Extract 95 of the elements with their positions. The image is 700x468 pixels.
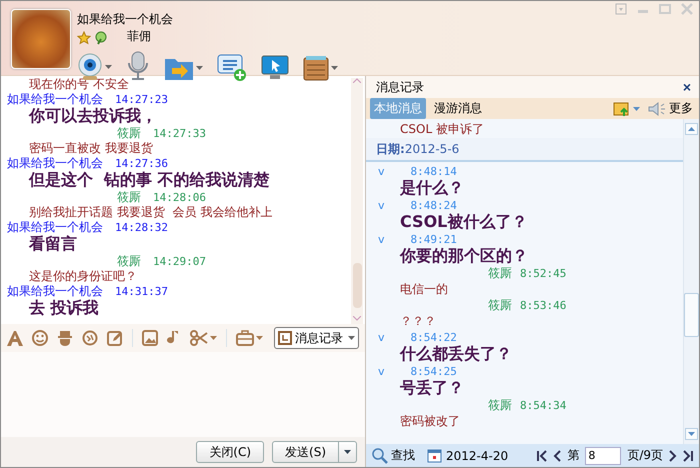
briefcase-icon[interactable]	[236, 330, 254, 346]
history-dropdown[interactable]: 消息记录	[274, 327, 359, 349]
message-time: 8:49:21	[410, 232, 457, 246]
scrollbar[interactable]	[683, 119, 699, 444]
calendar-icon	[427, 448, 442, 463]
message-time: 14:27:36	[115, 157, 168, 170]
message-time: 14:31:37	[115, 285, 168, 298]
scroll-up-icon[interactable]	[685, 123, 698, 135]
date-header: 日期:2012-5-6	[366, 138, 683, 162]
monitor-icon[interactable]	[261, 55, 289, 81]
close-button[interactable]: 关闭(C)	[196, 441, 264, 463]
caret-icon[interactable]	[196, 66, 203, 70]
sender-name: 筱厮	[488, 396, 512, 414]
send-options-button[interactable]	[339, 441, 357, 463]
signature-text: 菲佣	[127, 28, 151, 45]
font-icon[interactable]	[7, 330, 23, 346]
message-text: 是什么？	[400, 178, 464, 198]
panel-title: 消息记录	[376, 78, 424, 96]
contact-name: 如果给我一个机会	[77, 11, 174, 28]
page-number-field[interactable]: 8	[585, 446, 622, 464]
message-time: 8:48:24	[410, 198, 457, 212]
message-text: 看留言	[29, 234, 77, 255]
message-time: 8:53:46	[520, 298, 566, 312]
sender-name: 筱厮	[488, 264, 512, 282]
message-text: 你要的那个区的？	[400, 246, 528, 266]
scroll-down-icon[interactable]	[353, 316, 361, 321]
scroll-up-icon[interactable]	[353, 78, 361, 83]
message-time: 8:54:25	[410, 364, 457, 378]
caret-icon[interactable]	[105, 65, 112, 69]
message-time: 8:54:22	[410, 330, 457, 344]
message-time: 14:29:07	[153, 255, 206, 268]
caret-icon[interactable]	[348, 336, 355, 340]
message-text: 密码被改了	[400, 412, 460, 430]
page-count: 页/9页	[627, 447, 663, 464]
scrollbar[interactable]	[351, 78, 363, 324]
export-icon[interactable]	[613, 100, 631, 116]
shake-icon[interactable]	[82, 330, 98, 346]
scrollbar-thumb[interactable]	[684, 293, 699, 337]
send-button[interactable]: 发送(S)	[272, 441, 339, 463]
box-icon[interactable]	[303, 55, 329, 81]
first-page-icon[interactable]	[537, 450, 548, 462]
scissors-icon[interactable]	[190, 330, 208, 346]
close-button[interactable]: ×	[682, 79, 691, 95]
edit-icon[interactable]	[107, 330, 123, 346]
message-time: 14:28:32	[115, 221, 168, 234]
message-text: 但是这个 钻的事 不的给我说清楚	[29, 170, 270, 191]
star-icon[interactable]	[77, 30, 91, 44]
page-label: 第	[567, 447, 580, 464]
message-text: 号丢了？	[400, 378, 464, 398]
caret-icon[interactable]	[331, 66, 338, 70]
message-text: 什么都丢失了？	[400, 344, 512, 364]
tab[interactable]: 漫游消息	[430, 98, 486, 119]
sender-name: 筱厮	[117, 189, 141, 206]
sender-name: 如果给我一个机会	[7, 155, 103, 171]
message-time: 14:27:33	[153, 127, 206, 140]
message-text: 密码一直被改 我要退货	[29, 140, 153, 157]
caret-icon[interactable]	[256, 336, 263, 340]
previous-page-icon[interactable]	[553, 450, 562, 462]
sender-name: 筱厮	[117, 125, 141, 142]
sender-name: 如果给我一个机会	[7, 283, 103, 299]
message-time: 14:28:06	[153, 191, 206, 204]
message-text: 去 投诉我	[29, 298, 99, 319]
message-time: 8:48:14	[410, 164, 457, 178]
search-icon	[372, 448, 388, 464]
caret-icon[interactable]	[210, 336, 217, 340]
message-text: 你可以去投诉我，	[29, 106, 157, 127]
message-time: 14:27:23	[115, 93, 168, 106]
message-text: CSOL 被申诉了	[400, 120, 484, 138]
music-note-icon[interactable]	[167, 330, 181, 346]
hat-face-icon[interactable]	[57, 330, 73, 346]
speaker-icon	[648, 100, 666, 116]
sender-name: 筱厮	[488, 296, 512, 314]
scroll-down-icon[interactable]	[685, 428, 698, 440]
message-time: 8:54:34	[520, 398, 566, 412]
status-icon[interactable]	[94, 30, 108, 44]
sender-name: 如果给我一个机会	[7, 91, 103, 108]
date-picker[interactable]: 2012-4-20	[427, 448, 508, 463]
more-button[interactable]: 更多	[648, 100, 693, 117]
caret-icon	[344, 450, 351, 454]
next-page-icon[interactable]	[669, 450, 677, 462]
message-text: ？？？	[400, 312, 436, 330]
message-text: 别给我扯开话题 我要退货 会员 我会给他补上	[29, 204, 272, 221]
avatar-photo-placeholder[interactable]	[11, 9, 71, 69]
message-time: 8:52:45	[520, 266, 566, 280]
search-button[interactable]: 查找	[372, 447, 415, 464]
image-icon[interactable]	[142, 330, 158, 346]
sender-name: 如果给我一个机会	[7, 219, 103, 235]
scrollbar-thumb[interactable]	[352, 263, 362, 308]
message-text: 这是你的身份证吧？	[29, 268, 137, 285]
smiley-icon[interactable]	[32, 330, 48, 346]
message-text: CSOL被什么了？	[400, 212, 528, 232]
caret-icon[interactable]	[633, 106, 640, 110]
last-page-icon[interactable]	[683, 450, 693, 462]
message-text: 电信一的	[400, 280, 448, 298]
sender-name: 筱厮	[117, 253, 141, 270]
